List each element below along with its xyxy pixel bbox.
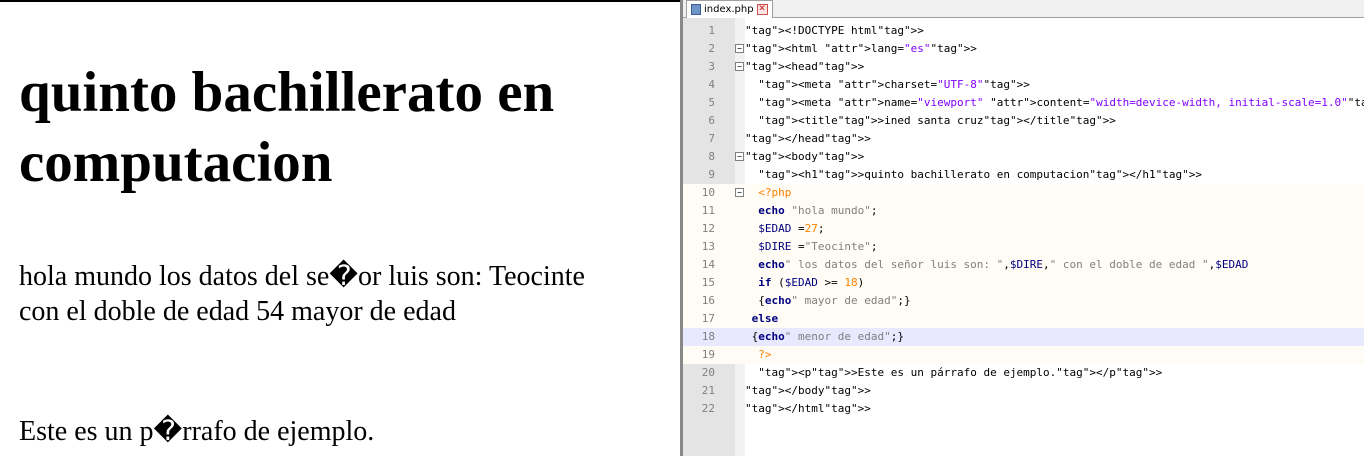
fold-toggle-icon[interactable]: − [735,152,744,161]
code-line: 1 "tag"><!DOCTYPE html"tag">> [683,22,1364,40]
code-line: 8 − "tag"><body"tag">> [683,148,1364,166]
code-text: echo "hola mundo"; [758,204,878,217]
code-text: "tag"><title"tag">>ined santa cruz"tag">… [758,114,1116,127]
code-line: 9 "tag"><h1"tag">>quinto bachillerato en… [683,166,1364,184]
line-number: 4 [708,78,715,91]
browser-viewport: quinto bachillerato en computacion hola … [0,0,680,456]
code-line: 5 "tag"><meta "attr">name="viewport" "at… [683,94,1364,112]
code-text: <?php [758,186,792,199]
code-editor: index.php ✕ 1 "tag"><!DOCTYPE html"tag">>… [683,0,1364,456]
editor-tab-bar: index.php ✕ [683,0,1364,18]
code-line: 3 − "tag"><head"tag">> [683,58,1364,76]
code-line: 15 if ($EDAD >= 18) [683,274,1364,292]
code-text: {echo" menor de edad";} [745,330,904,343]
fold-toggle-icon[interactable]: − [735,62,744,71]
fold-toggle-icon[interactable]: − [735,44,744,53]
code-text: "tag"><meta "attr">charset="UTF-8""tag">… [758,78,1030,91]
code-line: 4 "tag"><meta "attr">charset="UTF-8""tag… [683,76,1364,94]
line-number: 22 [701,402,715,415]
tab-index-php[interactable]: index.php ✕ [686,0,773,18]
php-file-icon [691,4,701,15]
fold-toggle-icon[interactable]: − [735,188,744,197]
line-number: 7 [708,132,715,145]
code-line: 17 else [683,310,1364,328]
code-text: "tag"><html "attr">lang="es""tag">> [745,42,977,55]
code-line: 12 $EDAD =27; [683,220,1364,238]
code-text: "tag"><body"tag">> [745,150,865,163]
code-text: "tag"></html"tag">> [745,402,871,415]
line-number: 14 [701,258,715,271]
line-number: 1 [708,24,715,37]
php-output-paragraph: hola mundo los datos del se�or luis son:… [19,261,585,327]
code-text: if ($EDAD >= 18) [758,276,865,289]
line-number: 5 [708,96,715,109]
code-line: 2 − "tag"><html "attr">lang="es""tag">> [683,40,1364,58]
code-text: "tag"></body"tag">> [745,384,871,397]
line-number: 17 [701,312,715,325]
code-text: "tag"></head"tag">> [745,132,871,145]
code-text: "tag"><head"tag">> [745,60,865,73]
code-line: 14 echo" los datos del señor luis son: "… [683,256,1364,274]
code-line: 13 $DIRE ="Teocinte"; [683,238,1364,256]
code-line: 21 "tag"></body"tag">> [683,382,1364,400]
line-number: 9 [708,168,715,181]
code-line: 19 ?> [683,346,1364,364]
code-line: 16 {echo" mayor de edad";} [683,292,1364,310]
code-text: ?> [758,348,772,361]
line-number: 8 [708,150,715,163]
code-line: 11 echo "hola mundo"; [683,202,1364,220]
code-text: $EDAD =27; [758,222,825,235]
code-text: echo" los datos del señor luis son: ",$D… [758,258,1249,271]
code-line: 20 "tag"><p"tag">>Este es un párrafo de … [683,364,1364,382]
code-line: 22 "tag"></html"tag">> [683,400,1364,418]
code-text: "tag"><!DOCTYPE html"tag">> [745,24,924,37]
line-number: 11 [701,204,715,217]
line-number: 2 [708,42,715,55]
line-number: 19 [701,348,715,361]
code-line: 18 {echo" menor de edad";} [683,328,1364,346]
line-number: 21 [701,384,715,397]
line-number: 13 [701,240,715,253]
code-text: "tag"><p"tag">>Este es un párrafo de eje… [758,366,1163,379]
page-heading: quinto bachillerato en computacion [19,61,555,194]
tab-filename: index.php [704,3,754,15]
code-text: $DIRE ="Teocinte"; [758,240,878,253]
code-line: 7 "tag"></head"tag">> [683,130,1364,148]
line-number: 3 [708,60,715,73]
line-number: 16 [701,294,715,307]
close-icon[interactable]: ✕ [756,4,768,15]
example-paragraph: Este es un p�rrafo de ejemplo. [19,416,375,447]
line-number: 20 [701,366,715,379]
line-number: 6 [708,114,715,127]
code-text: else [751,312,779,325]
code-line: 6 "tag"><title"tag">>ined santa cruz"tag… [683,112,1364,130]
code-line: 10 − <?php [683,184,1364,202]
code-text: "tag"><meta "attr">name="viewport" "attr… [758,96,1364,109]
line-number: 18 [701,330,715,343]
line-number: 12 [701,222,715,235]
line-number: 10 [701,186,715,199]
line-number: 15 [701,276,715,289]
code-text: "tag"><h1"tag">>quinto bachillerato en c… [758,168,1203,181]
code-text: {echo" mayor de edad";} [745,294,911,307]
